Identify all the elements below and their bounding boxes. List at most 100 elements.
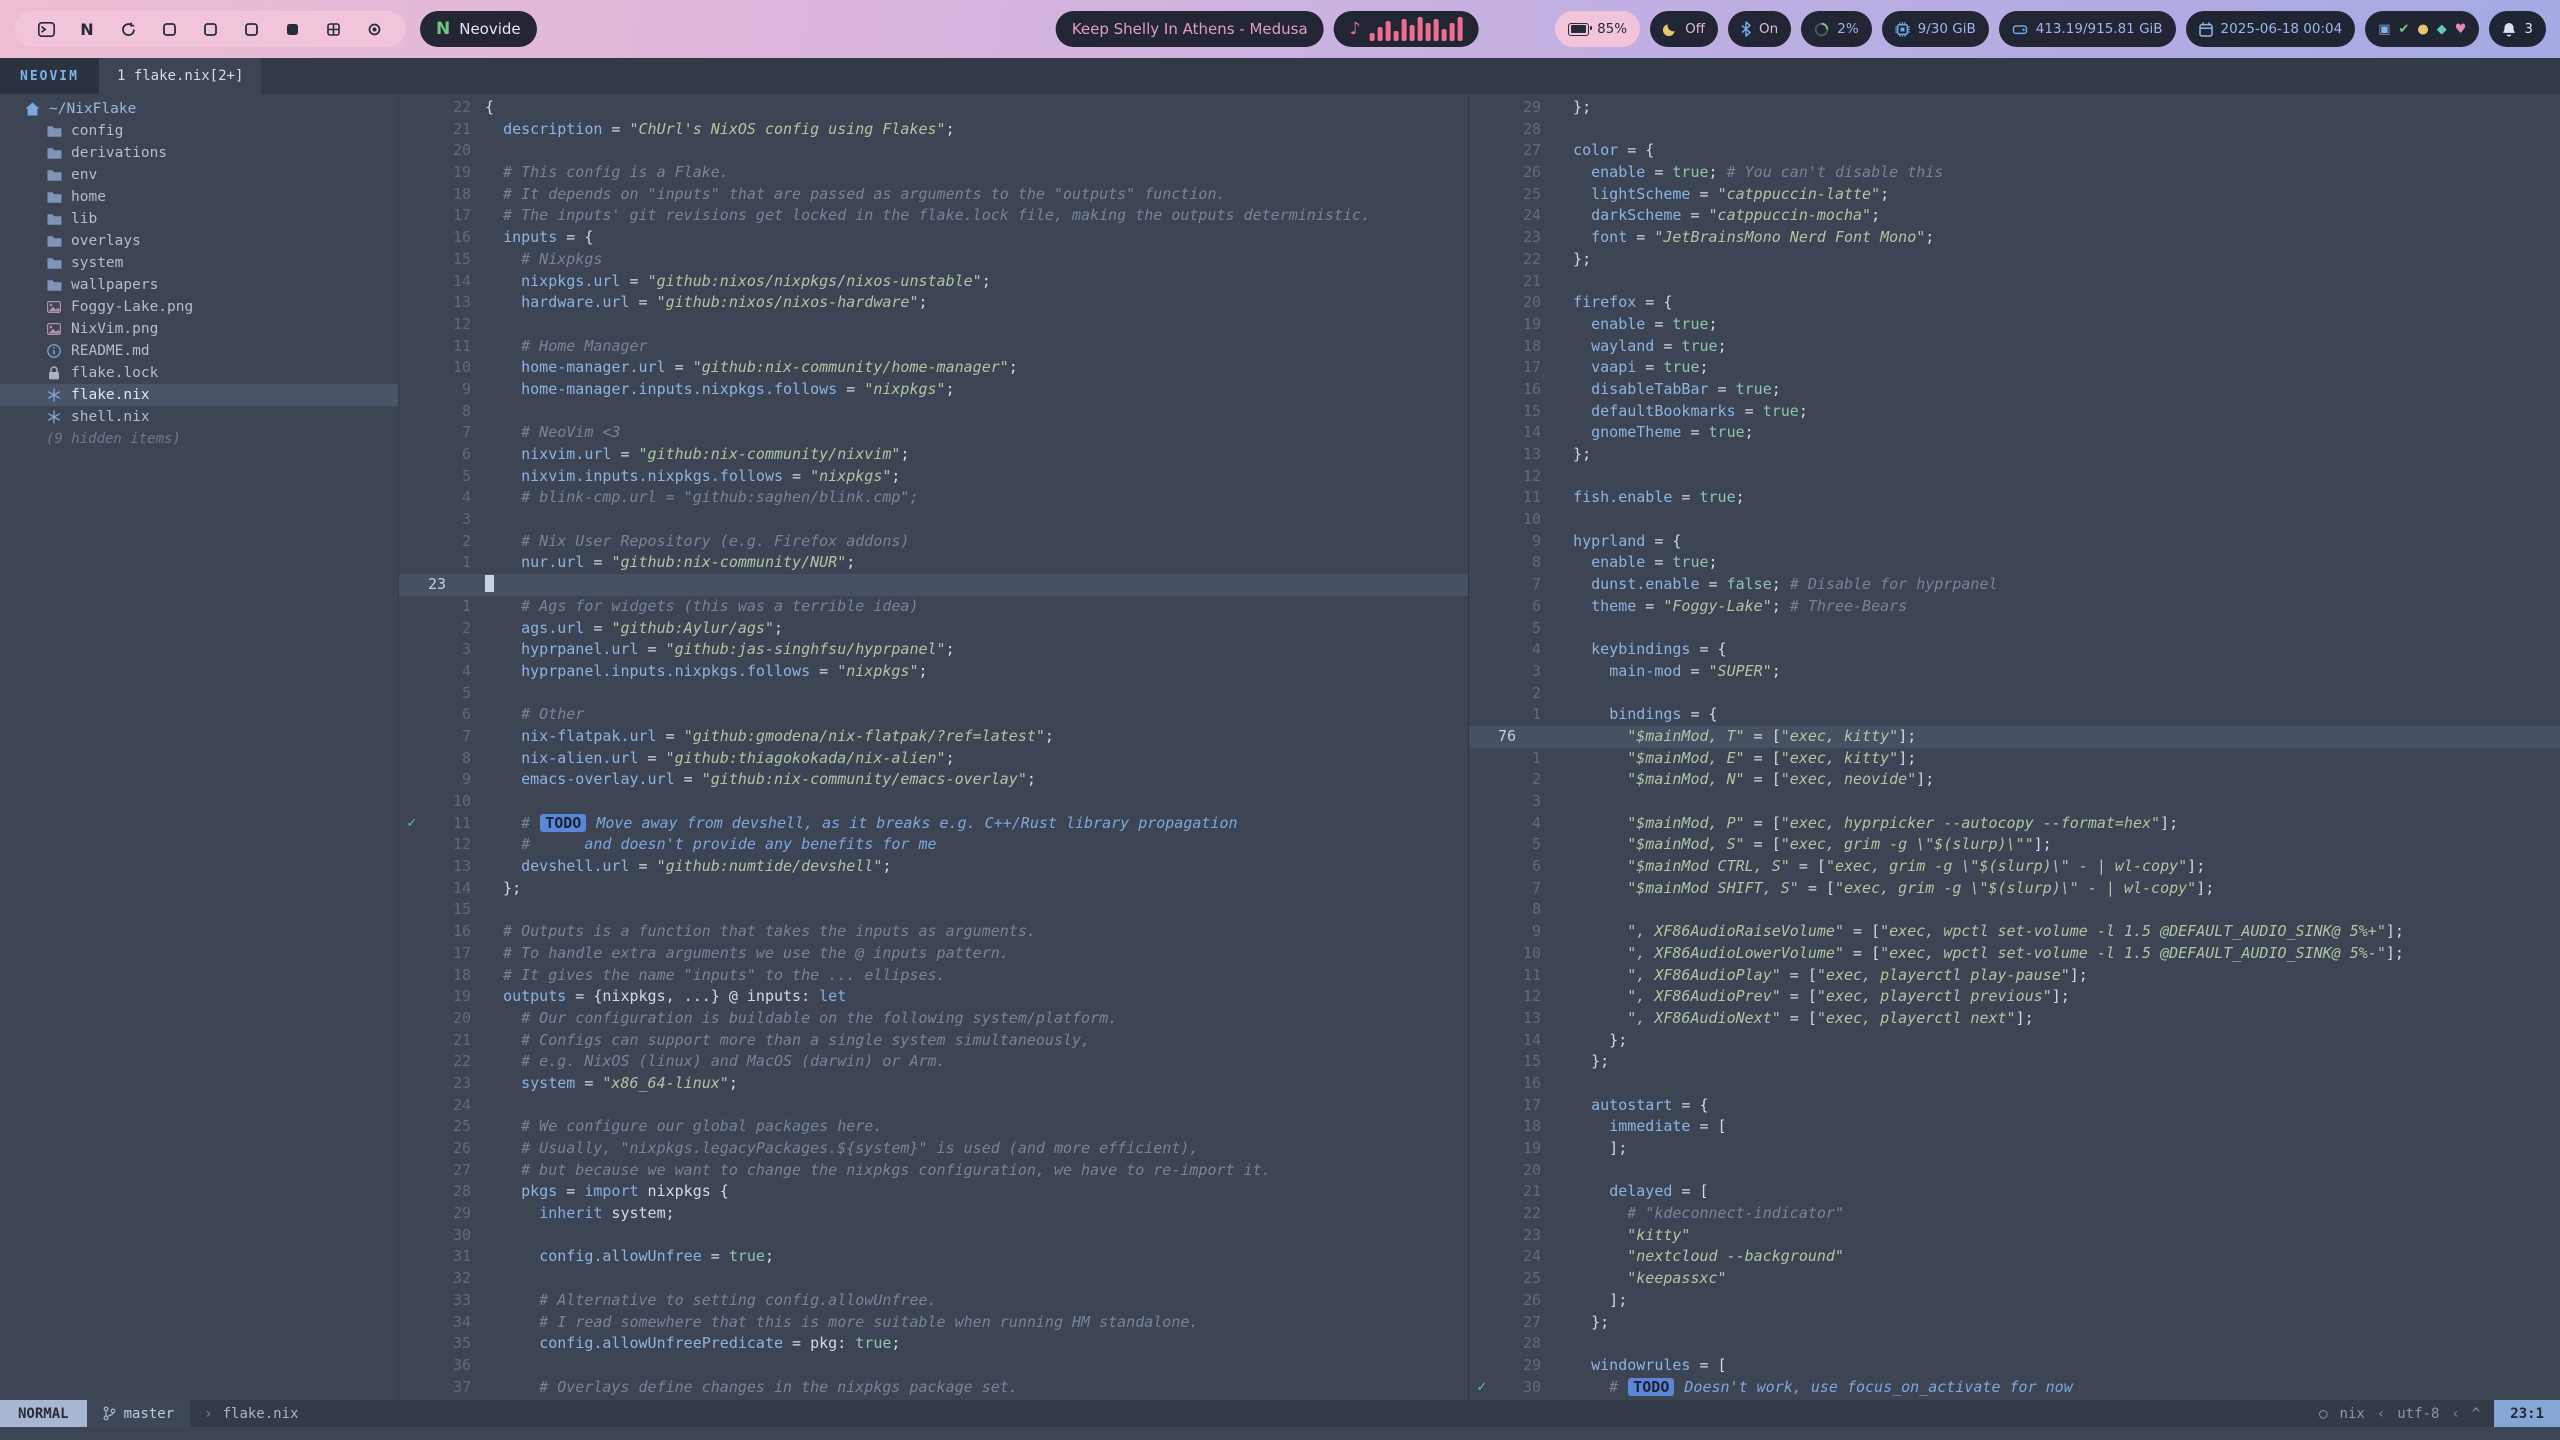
cpu-module[interactable]: 2%	[1801, 11, 1871, 47]
tree-item-system[interactable]: system	[0, 252, 398, 274]
code-line[interactable]: 2	[1469, 683, 2560, 705]
tray-module[interactable]: ▣✔●◆♥	[2365, 11, 2479, 47]
code-line[interactable]: 34 # I read somewhere that this is more …	[399, 1312, 1468, 1334]
code-line[interactable]: 22 # "kdeconnect-indicator"	[1469, 1203, 2560, 1225]
code-line[interactable]: 29 inherit system;	[399, 1203, 1468, 1225]
code-line[interactable]: 20 firefox = {	[1469, 292, 2560, 314]
tray-check-icon[interactable]: ✔	[2399, 23, 2410, 36]
code-line[interactable]: ✓30 # TODO Doesn't work, use focus_on_ac…	[1469, 1377, 2560, 1399]
code-line[interactable]: 28	[1469, 119, 2560, 141]
code-line[interactable]: 4 "$mainMod, P" = ["exec, hyprpicker --a…	[1469, 813, 2560, 835]
code-line[interactable]: 21 delayed = [	[1469, 1181, 2560, 1203]
code-line[interactable]: 9 emacs-overlay.url = "github:nix-commun…	[399, 769, 1468, 791]
code-line[interactable]: 26 ];	[1469, 1290, 2560, 1312]
code-line[interactable]: 2 "$mainMod, N" = ["exec, neovide"];	[1469, 769, 2560, 791]
code-line[interactable]: 5	[399, 683, 1468, 705]
code-line[interactable]: 10	[1469, 509, 2560, 531]
code-line[interactable]: 26 # Usually, "nixpkgs.legacyPackages.${…	[399, 1138, 1468, 1160]
code-line[interactable]: 2 # Nix User Repository (e.g. Firefox ad…	[399, 531, 1468, 553]
grid-icon[interactable]	[323, 19, 343, 39]
tray-heart-icon[interactable]: ♥	[2455, 23, 2467, 36]
tree-item-derivations[interactable]: derivations	[0, 142, 398, 164]
memory-module[interactable]: 9/30 GiB	[1882, 11, 1989, 47]
code-line[interactable]: 10	[399, 791, 1468, 813]
code-line[interactable]: 19 enable = true;	[1469, 314, 2560, 336]
code-line[interactable]: 23 system = "x86_64-linux";	[399, 1073, 1468, 1095]
code-line[interactable]: 18 # It depends on "inputs" that are pas…	[399, 184, 1468, 206]
code-line[interactable]: 13 ", XF86AudioNext" = ["exec, playerctl…	[1469, 1008, 2560, 1030]
code-line[interactable]: 25 # We configure our global packages he…	[399, 1116, 1468, 1138]
code-line[interactable]: 9 ", XF86AudioRaiseVolume" = ["exec, wpc…	[1469, 921, 2560, 943]
workspace-empty-icon[interactable]	[159, 19, 179, 39]
code-line[interactable]: 27 };	[1469, 1312, 2560, 1334]
editor-right-pane[interactable]: 29 };2827 color = {26 enable = true; # Y…	[1468, 94, 2560, 1400]
git-branch[interactable]: master	[87, 1400, 191, 1427]
code-line[interactable]: 29 };	[1469, 97, 2560, 119]
code-line[interactable]: 14 };	[1469, 1030, 2560, 1052]
code-line[interactable]: 24	[399, 1095, 1468, 1117]
code-line[interactable]: 21 # Configs can support more than a sin…	[399, 1030, 1468, 1052]
tree-item-overlays[interactable]: overlays	[0, 230, 398, 252]
code-line[interactable]: 8 nix-alien.url = "github:thiagokokada/n…	[399, 748, 1468, 770]
code-line[interactable]: 13 };	[1469, 444, 2560, 466]
code-line[interactable]: 1 "$mainMod, E" = ["exec, kitty"];	[1469, 748, 2560, 770]
code-line[interactable]: 32	[399, 1268, 1468, 1290]
code-line[interactable]: 21 description = "ChUrl's NixOS config u…	[399, 119, 1468, 141]
code-line[interactable]: 1 # Ags for widgets (this was a terrible…	[399, 596, 1468, 618]
code-line[interactable]: 20 # Our configuration is buildable on t…	[399, 1008, 1468, 1030]
code-line[interactable]: 26 enable = true; # You can't disable th…	[1469, 162, 2560, 184]
code-line[interactable]: 23 font = "JetBrainsMono Nerd Font Mono"…	[1469, 227, 2560, 249]
code-line[interactable]: 76 "$mainMod, T" = ["exec, kitty"];	[1469, 726, 2560, 748]
code-line[interactable]: 15	[399, 899, 1468, 921]
record-icon[interactable]	[364, 19, 384, 39]
code-line[interactable]: 27 color = {	[1469, 140, 2560, 162]
code-line[interactable]: 8	[1469, 899, 2560, 921]
code-line[interactable]: 33 # Alternative to setting config.allow…	[399, 1290, 1468, 1312]
code-line[interactable]: 8	[399, 401, 1468, 423]
tray-diamond-teal-icon[interactable]: ◆	[2437, 23, 2447, 36]
code-line[interactable]: 7 # NeoVim <3	[399, 422, 1468, 444]
code-line[interactable]: 11 # Home Manager	[399, 336, 1468, 358]
code-line[interactable]: 20	[399, 140, 1468, 162]
code-line[interactable]: 18 immediate = [	[1469, 1116, 2560, 1138]
code-line[interactable]: 24 "nextcloud --background"	[1469, 1246, 2560, 1268]
code-line[interactable]: 28	[1469, 1333, 2560, 1355]
code-line[interactable]: 25 "keepassxc"	[1469, 1268, 2560, 1290]
code-line[interactable]: 24 darkScheme = "catppuccin-mocha";	[1469, 205, 2560, 227]
code-line[interactable]: 6 nixvim.url = "github:nix-community/nix…	[399, 444, 1468, 466]
code-line[interactable]: 10 home-manager.url = "github:nix-commun…	[399, 357, 1468, 379]
workspace-empty-icon[interactable]	[200, 19, 220, 39]
neovide-app-button[interactable]: N Neovide	[420, 11, 537, 47]
notifications-module[interactable]: 3	[2489, 11, 2546, 47]
code-line[interactable]: 19 outputs = {nixpkgs, ...} @ inputs: le…	[399, 986, 1468, 1008]
workspace-filled-icon[interactable]	[282, 19, 302, 39]
code-line[interactable]: 15 # Nixpkgs	[399, 249, 1468, 271]
code-line[interactable]: 14 };	[399, 878, 1468, 900]
code-line[interactable]: 13 devshell.url = "github:numtide/devshe…	[399, 856, 1468, 878]
code-line[interactable]: 3	[399, 509, 1468, 531]
music-visualizer[interactable]: ♪	[1334, 11, 1479, 47]
clock-module[interactable]: 2025-06-18 00:04	[2186, 11, 2356, 47]
code-line[interactable]: 9 home-manager.inputs.nixpkgs.follows = …	[399, 379, 1468, 401]
tree-item-lib[interactable]: lib	[0, 208, 398, 230]
code-line[interactable]: 3 main-mod = "SUPER";	[1469, 661, 2560, 683]
code-line[interactable]: 22 # e.g. NixOS (linux) and MacOS (darwi…	[399, 1051, 1468, 1073]
code-line[interactable]: 4 keybindings = {	[1469, 639, 2560, 661]
code-line[interactable]: 12	[1469, 466, 2560, 488]
tree-item-Foggy-Lake.png[interactable]: Foggy-Lake.png	[0, 296, 398, 318]
code-line[interactable]: 25 lightScheme = "catppuccin-latte";	[1469, 184, 2560, 206]
code-line[interactable]: 6 # Other	[399, 704, 1468, 726]
code-line[interactable]: 12	[399, 314, 1468, 336]
code-line[interactable]: 27 # but because we want to change the n…	[399, 1160, 1468, 1182]
code-line[interactable]: 14 gnomeTheme = true;	[1469, 422, 2560, 444]
code-line[interactable]: 4 # blink-cmp.url = "github:saghen/blink…	[399, 487, 1468, 509]
code-line[interactable]: 17 # To handle extra arguments we use th…	[399, 943, 1468, 965]
code-line[interactable]: 19 # This config is a Flake.	[399, 162, 1468, 184]
tray-dot-yellow-icon[interactable]: ●	[2417, 23, 2428, 36]
code-line[interactable]: 37 # Overlays define changes in the nixp…	[399, 1377, 1468, 1399]
code-line[interactable]: 7 dunst.enable = false; # Disable for hy…	[1469, 574, 2560, 596]
code-line[interactable]: 3	[1469, 791, 2560, 813]
code-line[interactable]: 11 ", XF86AudioPlay" = ["exec, playerctl…	[1469, 965, 2560, 987]
code-line[interactable]: 18 # It gives the name "inputs" to the .…	[399, 965, 1468, 987]
code-line[interactable]: 17 vaapi = true;	[1469, 357, 2560, 379]
